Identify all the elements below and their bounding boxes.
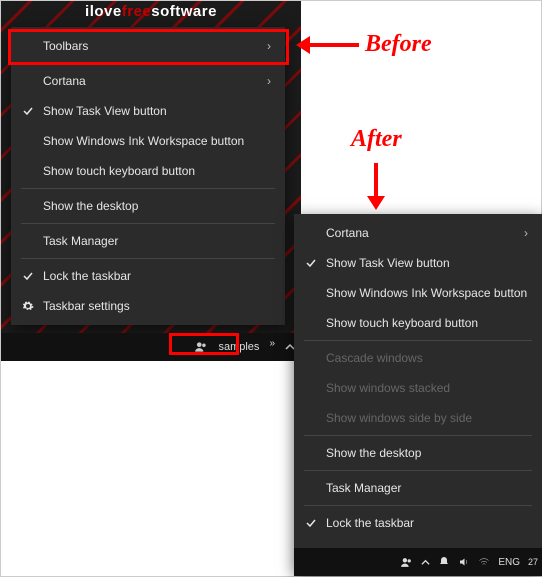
menu-separator (21, 63, 275, 64)
menu-separator (304, 470, 532, 471)
logo-post: software (151, 3, 217, 20)
taskbar-before[interactable]: samples » (1, 333, 301, 361)
menu-item-lock[interactable]: Lock the taskbar (294, 508, 542, 538)
menu-item-lock[interactable]: Lock the taskbar (11, 261, 285, 291)
menu-item-stacked: Show windows stacked (294, 373, 542, 403)
taskbar-date-corner: 27 (528, 557, 538, 567)
menu-item-taskview[interactable]: Show Task View button (294, 248, 542, 278)
taskbar-after[interactable]: ENG 27 (294, 548, 542, 576)
menu-item-label: Lock the taskbar (326, 516, 528, 530)
menu-item-taskmgr[interactable]: Task Manager (294, 473, 542, 503)
menu-separator (304, 340, 532, 341)
menu-item-label: Show the desktop (326, 446, 528, 460)
menu-item-label: Lock the taskbar (43, 269, 271, 283)
context-menu-after: Cortana › Show Task View button Show Win… (294, 214, 542, 572)
annotation-before: Before (299, 31, 432, 58)
menu-separator (21, 188, 275, 189)
gear-icon (19, 300, 37, 312)
menu-item-label: Show the desktop (43, 199, 271, 213)
menu-item-label: Cortana (43, 74, 257, 88)
menu-item-label: Show Task View button (326, 256, 528, 270)
annotation-label: Before (365, 31, 432, 58)
menu-item-touchkb[interactable]: Show touch keyboard button (11, 156, 285, 186)
menu-item-label: Show windows side by side (326, 411, 528, 425)
menu-item-label: Task Manager (43, 234, 271, 248)
menu-item-settings[interactable]: Taskbar settings (11, 291, 285, 321)
people-icon[interactable] (400, 556, 413, 569)
menu-item-showdesktop[interactable]: Show the desktop (11, 191, 285, 221)
check-icon (19, 105, 37, 117)
menu-item-label: Cascade windows (326, 351, 528, 365)
menu-item-ink[interactable]: Show Windows Ink Workspace button (11, 126, 285, 156)
taskbar-toolbar-name[interactable]: samples (218, 341, 259, 353)
check-icon (302, 517, 320, 529)
menu-item-label: Show Windows Ink Workspace button (326, 286, 528, 300)
site-logo: ilovefreesoftware (1, 3, 301, 20)
menu-separator (304, 435, 532, 436)
menu-item-label: Show touch keyboard button (43, 164, 271, 178)
menu-item-taskview[interactable]: Show Task View button (11, 96, 285, 126)
menu-item-sidebyside: Show windows side by side (294, 403, 542, 433)
taskbar-tray: ENG 27 (400, 556, 538, 569)
check-icon (19, 270, 37, 282)
network-icon[interactable] (478, 556, 490, 568)
menu-separator (21, 223, 275, 224)
chevron-right-icon: › (524, 226, 528, 240)
menu-item-toolbars[interactable]: Toolbars › (11, 31, 285, 61)
annotation-after: After (351, 126, 402, 207)
chevron-right-icon: › (267, 39, 271, 53)
menu-item-touchkb[interactable]: Show touch keyboard button (294, 308, 542, 338)
menu-item-ink[interactable]: Show Windows Ink Workspace button (294, 278, 542, 308)
menu-separator (304, 505, 532, 506)
menu-item-label: Cortana (326, 226, 514, 240)
menu-item-cortana[interactable]: Cortana › (294, 218, 542, 248)
menu-item-label: Task Manager (326, 481, 528, 495)
people-icon[interactable] (194, 340, 208, 354)
context-menu-before: Toolbars › Cortana › Show Task View butt… (11, 27, 285, 325)
menu-item-cascade: Cascade windows (294, 343, 542, 373)
menu-separator (21, 258, 275, 259)
arrow-left-icon (299, 43, 359, 47)
menu-item-label: Show Task View button (43, 104, 271, 118)
menu-item-showdesktop[interactable]: Show the desktop (294, 438, 542, 468)
chevron-up-icon[interactable] (421, 558, 430, 567)
menu-item-cortana[interactable]: Cortana › (11, 66, 285, 96)
chevron-right-icon: › (267, 74, 271, 88)
bell-icon[interactable] (438, 556, 450, 568)
logo-pre: ilove (85, 3, 122, 20)
menu-item-label: Show windows stacked (326, 381, 528, 395)
menu-item-label: Taskbar settings (43, 299, 271, 313)
speaker-icon[interactable] (458, 556, 470, 568)
menu-item-label: Show Windows Ink Workspace button (43, 134, 271, 148)
menu-item-label: Toolbars (43, 39, 257, 53)
arrow-down-icon (374, 163, 378, 207)
check-icon (302, 257, 320, 269)
annotation-label: After (351, 126, 402, 153)
double-chevron-icon[interactable]: » (269, 338, 275, 349)
logo-mid: free (122, 3, 152, 20)
taskbar-lang[interactable]: ENG (498, 557, 520, 568)
menu-item-label: Show touch keyboard button (326, 316, 528, 330)
menu-item-taskmgr[interactable]: Task Manager (11, 226, 285, 256)
